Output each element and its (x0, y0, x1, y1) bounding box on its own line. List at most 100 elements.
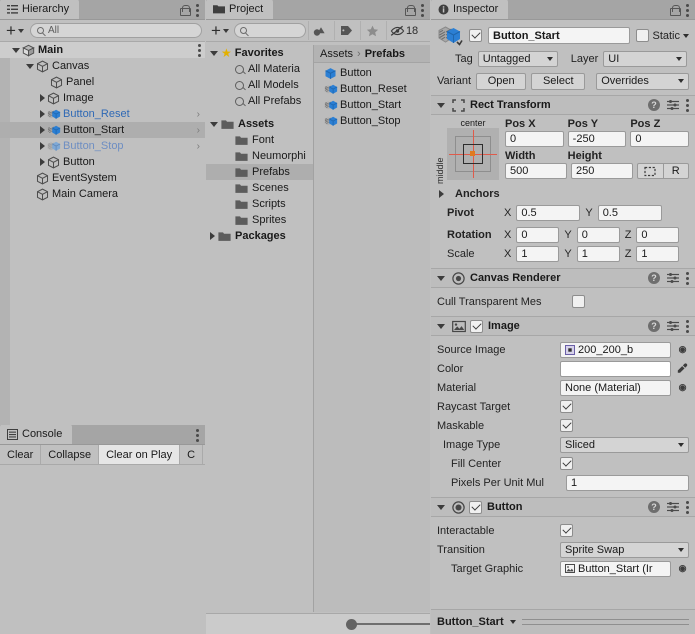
asset-item-button-stop[interactable]: Button_Stop (314, 113, 430, 129)
object-name-input[interactable]: Button_Start (488, 27, 631, 44)
hierarchy-item-button-reset[interactable]: Button_Reset › (0, 106, 205, 122)
object-enabled-checkbox[interactable] (469, 29, 482, 42)
hierarchy-item-button[interactable]: Button (0, 154, 205, 170)
project-tree-item-favorites[interactable]: ★ Favorites (206, 45, 313, 61)
material-picker-icon[interactable]: ◉ (676, 382, 689, 394)
hierarchy-item-main[interactable]: Main (0, 42, 205, 58)
button-component-header[interactable]: Button ? (431, 497, 695, 517)
expand-triangle-icon[interactable] (210, 121, 218, 127)
tab-project[interactable]: Project (206, 0, 274, 19)
preset-icon[interactable] (667, 272, 679, 284)
material-field[interactable]: None (Material) (560, 379, 671, 396)
color-eyedropper-icon[interactable] (676, 363, 689, 374)
project-tree-item-all-prefabs[interactable]: All Prefabs (206, 93, 313, 109)
static-checkbox[interactable] (636, 29, 650, 42)
scale-y-input[interactable]: 1 (576, 245, 620, 262)
overrides-dropdown[interactable]: Overrides (596, 72, 689, 90)
image-enabled-checkbox[interactable] (470, 319, 483, 333)
slider-knob[interactable] (346, 618, 357, 630)
project-tree-item-scenes[interactable]: Scenes (206, 180, 313, 196)
lock-icon[interactable] (670, 5, 681, 16)
collapse-triangle-icon[interactable] (437, 275, 445, 281)
project-menu-icon[interactable] (421, 4, 424, 17)
source-image-picker-icon[interactable]: ◉ (676, 344, 689, 356)
button-enabled-checkbox[interactable] (469, 500, 482, 514)
hierarchy-item-eventsystem[interactable]: EventSystem (0, 170, 205, 186)
image-type-dropdown[interactable]: Sliced (560, 436, 689, 453)
target-graphic-field[interactable]: Button_Start (Ir (560, 560, 671, 577)
hierarchy-item-button-stop[interactable]: Button_Stop › (0, 138, 205, 154)
prefab-open-chevron-icon[interactable]: › (197, 125, 200, 136)
project-tree-item-packages[interactable]: Packages (206, 228, 313, 244)
pivot-x-input[interactable]: 0.5 (516, 204, 581, 221)
hierarchy-item-canvas[interactable]: Canvas (0, 58, 205, 74)
cull-transparent-checkbox[interactable] (572, 295, 585, 308)
open-prefab-button[interactable]: Open (476, 72, 527, 90)
tag-dropdown[interactable]: Untagged (477, 51, 558, 67)
lock-icon[interactable] (405, 5, 416, 16)
image-component-header[interactable]: Image ? (431, 316, 695, 336)
interactable-checkbox[interactable] (560, 524, 573, 537)
pos-x-input[interactable]: 0 (505, 131, 564, 147)
hierarchy-search-input[interactable]: All (29, 23, 202, 38)
prefab-open-chevron-icon[interactable]: › (197, 109, 200, 120)
breadcrumb-assets[interactable]: Assets (320, 48, 353, 60)
color-swatch[interactable] (560, 360, 671, 377)
breadcrumb-prefabs[interactable]: Prefabs (365, 48, 405, 60)
hierarchy-item-panel[interactable]: Panel (0, 74, 205, 90)
blueprint-mode-button[interactable] (637, 163, 664, 179)
project-tree-item-all-materia[interactable]: All Materia (206, 61, 313, 77)
rect-transform-header[interactable]: Rect Transform ? (431, 95, 695, 115)
expand-triangle-icon[interactable] (40, 94, 45, 102)
project-tree-item-font[interactable]: Font (206, 132, 313, 148)
filter-by-type-button[interactable] (307, 21, 332, 40)
raw-edit-button[interactable]: R (663, 163, 689, 179)
expand-triangle-icon[interactable] (12, 47, 20, 53)
tab-inspector[interactable]: Inspector (431, 0, 509, 19)
project-tree-item-neumorphi[interactable]: Neumorphi (206, 148, 313, 164)
asset-item-button-reset[interactable]: Button_Reset (314, 81, 430, 97)
console-button-clear[interactable]: Clear (0, 445, 42, 464)
help-icon[interactable]: ? (648, 272, 660, 284)
project-search-input[interactable] (233, 23, 306, 38)
preset-icon[interactable] (667, 99, 679, 111)
help-icon[interactable]: ? (648, 320, 660, 332)
filter-by-label-button[interactable] (333, 21, 358, 40)
component-menu-icon[interactable] (686, 98, 689, 112)
collapse-triangle-icon[interactable] (437, 504, 445, 510)
layer-dropdown[interactable]: UI (603, 51, 688, 67)
hierarchy-add-button[interactable]: + (3, 22, 27, 39)
source-image-field[interactable]: 200_200_b (560, 341, 671, 358)
project-tree-item-scripts[interactable]: Scripts (206, 196, 313, 212)
project-zoom-slider[interactable] (206, 613, 430, 634)
pos-y-input[interactable]: -250 (567, 131, 627, 147)
width-input[interactable]: 500 (505, 163, 567, 179)
expand-triangle-icon[interactable] (26, 63, 34, 69)
transition-dropdown[interactable]: Sprite Swap (560, 541, 689, 558)
hierarchy-item-button-start[interactable]: Button_Start › (0, 122, 205, 138)
expand-triangle-icon[interactable] (40, 126, 45, 134)
filter-by-favorite-button[interactable] (359, 21, 384, 40)
project-tree-item-prefabs[interactable]: Prefabs (206, 164, 313, 180)
component-menu-icon[interactable] (686, 319, 689, 333)
anchors-expand-icon[interactable] (439, 189, 444, 198)
prefab-open-chevron-icon[interactable]: › (197, 141, 200, 152)
console-menu-icon[interactable] (196, 429, 199, 442)
collapse-triangle-icon[interactable] (437, 102, 445, 108)
help-icon[interactable]: ? (648, 99, 660, 111)
hidden-assets-count[interactable]: 18 (385, 21, 418, 40)
expand-triangle-icon[interactable] (40, 110, 45, 118)
project-tree-item-assets[interactable]: Assets (206, 116, 313, 132)
maskable-checkbox[interactable] (560, 419, 573, 432)
anchor-preset-widget[interactable] (447, 128, 499, 180)
component-menu-icon[interactable] (686, 500, 689, 514)
expand-triangle-icon[interactable] (210, 232, 215, 240)
console-button-clear-on-play[interactable]: Clear on Play (99, 445, 181, 464)
project-add-button[interactable]: + (208, 22, 232, 39)
raycast-target-checkbox[interactable] (560, 400, 573, 413)
console-button-c[interactable]: C (180, 445, 204, 464)
pivot-y-input[interactable]: 0.5 (597, 204, 662, 221)
expand-triangle-icon[interactable] (210, 50, 218, 56)
height-input[interactable]: 250 (571, 163, 633, 179)
rotation-z-input[interactable]: 0 (636, 226, 680, 243)
